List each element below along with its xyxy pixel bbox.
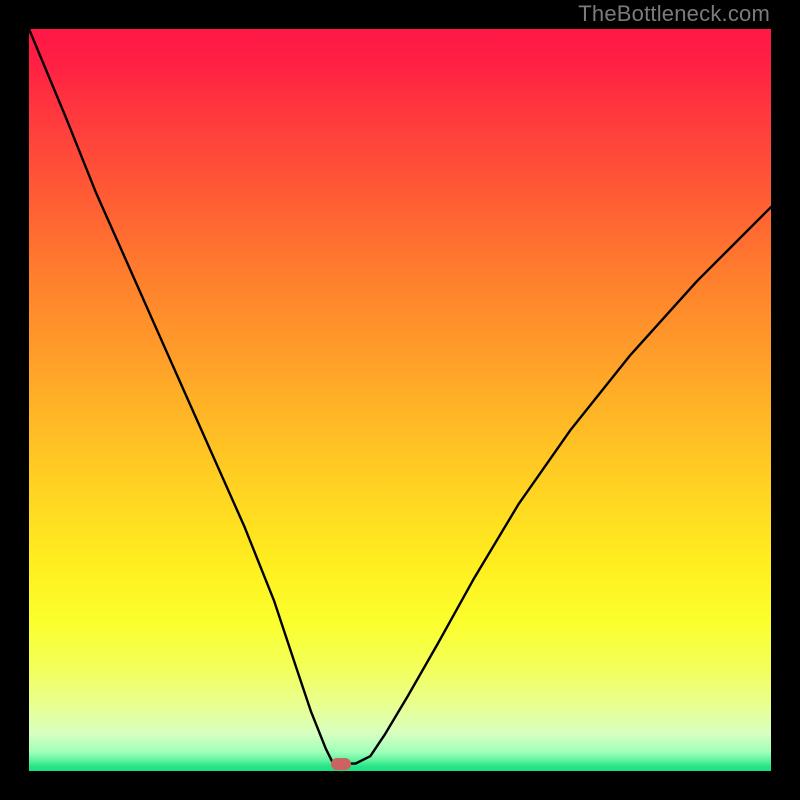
optimal-marker: [331, 758, 351, 770]
watermark-text: TheBottleneck.com: [578, 3, 770, 25]
bottleneck-curve: [29, 29, 771, 771]
plot-area: [29, 29, 771, 771]
chart-frame: TheBottleneck.com: [0, 0, 800, 800]
